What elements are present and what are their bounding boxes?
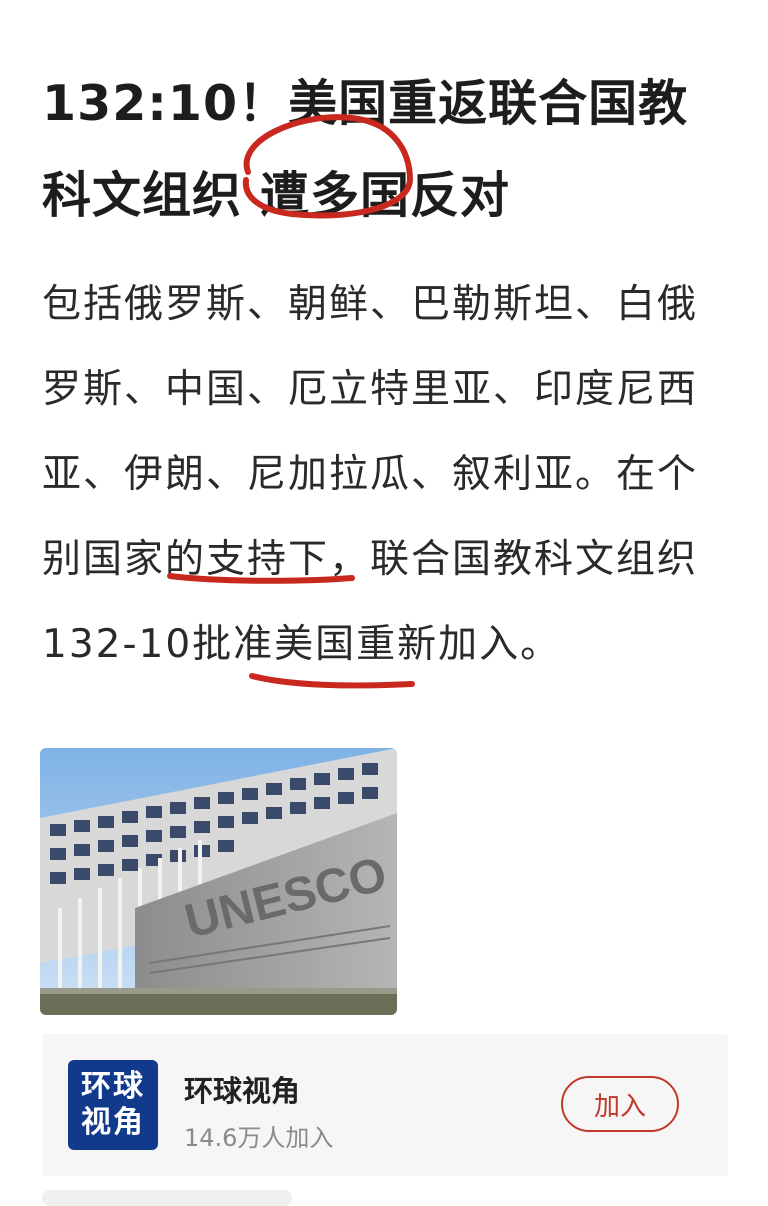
article-title: 132:10！美国重返联合国教科文组织 遭多国反对	[42, 75, 689, 224]
channel-logo-line1: 环球	[81, 1069, 145, 1104]
channel-follower-count: 14.6万人加入	[184, 1124, 334, 1152]
channel-logo[interactable]: 环球 视角	[68, 1060, 158, 1150]
join-button[interactable]: 加入	[561, 1076, 679, 1132]
channel-logo-line2: 视角	[81, 1105, 145, 1140]
next-item-preview	[42, 1190, 292, 1206]
unesco-building-photo: UNESCO	[40, 748, 397, 1015]
article-image[interactable]: UNESCO	[40, 748, 397, 1015]
channel-name[interactable]: 环球视角	[184, 1068, 300, 1110]
article-body: 包括俄罗斯、朝鲜、巴勒斯坦、白俄罗斯、中国、厄立特里亚、印度尼西亚、伊朗、尼加拉…	[42, 282, 699, 667]
channel-card[interactable]: 环球 视角 环球视角 14.6万人加入 加入	[42, 1034, 728, 1176]
